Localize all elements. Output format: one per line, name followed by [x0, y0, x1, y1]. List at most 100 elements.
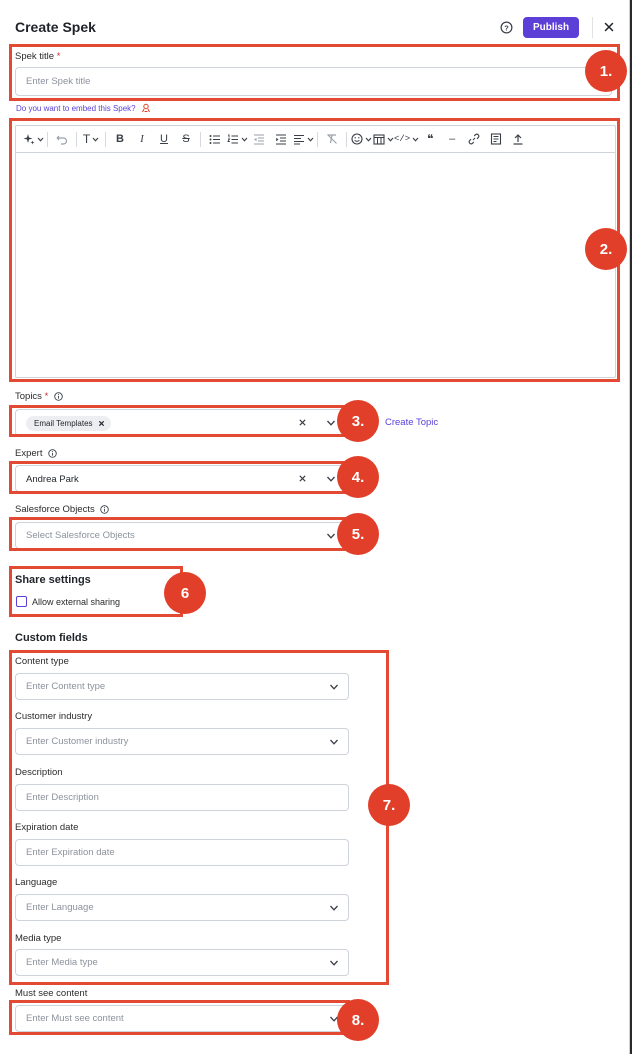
clear-format-icon[interactable]	[321, 130, 343, 148]
quote-icon[interactable]: ❝	[419, 130, 441, 148]
required-mark: *	[44, 391, 49, 402]
description-label: Description	[15, 767, 63, 778]
upload-icon[interactable]	[507, 130, 529, 148]
indent-icon[interactable]	[270, 130, 292, 148]
chevron-down-icon[interactable]	[326, 419, 336, 427]
salesforce-objects-input[interactable]	[16, 523, 345, 548]
description-field[interactable]	[15, 784, 349, 811]
link-icon[interactable]	[463, 130, 485, 148]
spek-title-label: Spek title *	[15, 51, 61, 62]
chevron-down-icon	[92, 137, 99, 142]
numbered-list-icon[interactable]	[226, 130, 248, 148]
create-spek-panel: Create Spek ? Publish Spek title * Do yo…	[0, 0, 630, 1054]
annotation-badge-3: 3.	[337, 400, 379, 442]
info-icon	[54, 392, 63, 401]
required-mark: *	[56, 51, 61, 62]
chevron-down-icon	[365, 137, 371, 142]
horizontal-rule-icon[interactable]: –	[441, 130, 463, 148]
allow-external-sharing-checkbox[interactable]	[16, 596, 27, 607]
customer-industry-label: Customer industry	[15, 711, 93, 722]
expert-select[interactable]: Andrea Park	[15, 465, 346, 492]
chevron-down-icon[interactable]	[326, 475, 336, 483]
code-icon[interactable]: </>	[394, 130, 419, 148]
italic-icon[interactable]: I	[131, 130, 153, 148]
embed-spek-link[interactable]: Do you want to embed this Spek?	[16, 103, 151, 113]
info-icon	[100, 505, 110, 514]
expiration-date-field[interactable]	[15, 839, 349, 866]
chevron-down-icon	[241, 137, 247, 142]
chevron-down-icon[interactable]	[329, 959, 339, 967]
chevron-down-icon	[37, 137, 43, 142]
share-settings-title: Share settings	[15, 574, 91, 586]
annotation-badge-7: 7.	[368, 784, 410, 826]
content-type-label: Content type	[15, 656, 69, 667]
table-icon[interactable]	[372, 130, 394, 148]
customer-industry-select[interactable]	[15, 728, 349, 755]
must-see-content-select[interactable]	[15, 1005, 349, 1032]
bullet-list-icon[interactable]	[204, 130, 226, 148]
chevron-down-icon	[412, 137, 419, 142]
publish-button[interactable]: Publish	[523, 17, 579, 38]
embed-icon	[141, 103, 150, 113]
description-input[interactable]	[16, 785, 348, 810]
chevron-down-icon	[387, 137, 393, 142]
expert-label: Expert	[15, 448, 57, 459]
emoji-icon[interactable]	[350, 130, 372, 148]
salesforce-objects-select[interactable]	[15, 522, 346, 549]
annotation-badge-1: 1.	[585, 50, 627, 92]
outdent-icon[interactable]	[248, 130, 270, 148]
content-type-input[interactable]	[16, 674, 348, 699]
topic-chip: Email Templates	[26, 416, 111, 431]
media-type-select[interactable]	[15, 949, 349, 976]
media-type-input[interactable]	[16, 950, 348, 975]
header-divider	[592, 17, 593, 38]
svg-text:?: ?	[504, 23, 509, 32]
undo-icon[interactable]	[51, 130, 73, 148]
create-topic-link[interactable]: Create Topic	[385, 417, 438, 428]
ai-sparkle-icon[interactable]	[22, 130, 44, 148]
customer-industry-input[interactable]	[16, 729, 348, 754]
template-icon[interactable]	[485, 130, 507, 148]
annotation-box-7	[9, 650, 389, 985]
expert-value: Andrea Park	[26, 474, 79, 485]
chevron-down-icon[interactable]	[329, 904, 339, 912]
chevron-down-icon[interactable]	[326, 532, 336, 540]
spek-title-field[interactable]	[15, 67, 612, 96]
chevron-down-icon[interactable]	[329, 738, 339, 746]
annotation-badge-5: 5.	[337, 513, 379, 555]
language-label: Language	[15, 877, 58, 888]
annotation-badge-6: 6	[164, 572, 206, 614]
annotation-badge-4: 4.	[337, 456, 379, 498]
spek-title-input[interactable]	[16, 68, 611, 95]
clear-icon[interactable]	[298, 474, 307, 483]
must-see-content-input[interactable]	[16, 1006, 348, 1031]
help-icon[interactable]: ?	[500, 21, 513, 34]
bold-icon[interactable]: B	[109, 130, 131, 148]
chevron-down-icon	[307, 137, 313, 142]
text-style-icon[interactable]: T	[80, 130, 102, 148]
expiration-date-label: Expiration date	[15, 822, 79, 833]
annotation-badge-8: 8.	[337, 999, 379, 1041]
language-input[interactable]	[16, 895, 348, 920]
editor-toolbar: T B I U S </> ❝ –	[16, 126, 615, 153]
expiration-date-input[interactable]	[16, 840, 348, 865]
content-type-select[interactable]	[15, 673, 349, 700]
media-type-label: Media type	[15, 933, 62, 944]
align-icon[interactable]	[292, 130, 314, 148]
language-select[interactable]	[15, 894, 349, 921]
underline-icon[interactable]: U	[153, 130, 175, 148]
rich-text-editor[interactable]: T B I U S </> ❝ –	[15, 125, 616, 378]
strikethrough-icon[interactable]: S	[175, 130, 197, 148]
chevron-down-icon[interactable]	[329, 683, 339, 691]
page-title: Create Spek	[15, 19, 96, 35]
must-see-content-label: Must see content	[15, 988, 88, 999]
allow-external-sharing-label[interactable]: Allow external sharing	[32, 597, 120, 607]
info-icon	[48, 449, 57, 458]
close-icon[interactable]	[602, 20, 616, 34]
topics-label: Topics *	[15, 391, 63, 402]
salesforce-objects-label: Salesforce Objects	[15, 504, 110, 515]
clear-icon[interactable]	[298, 418, 307, 427]
topics-select[interactable]: Email Templates	[15, 409, 346, 436]
annotation-badge-2: 2.	[585, 228, 627, 270]
chip-remove-icon[interactable]	[98, 420, 105, 427]
